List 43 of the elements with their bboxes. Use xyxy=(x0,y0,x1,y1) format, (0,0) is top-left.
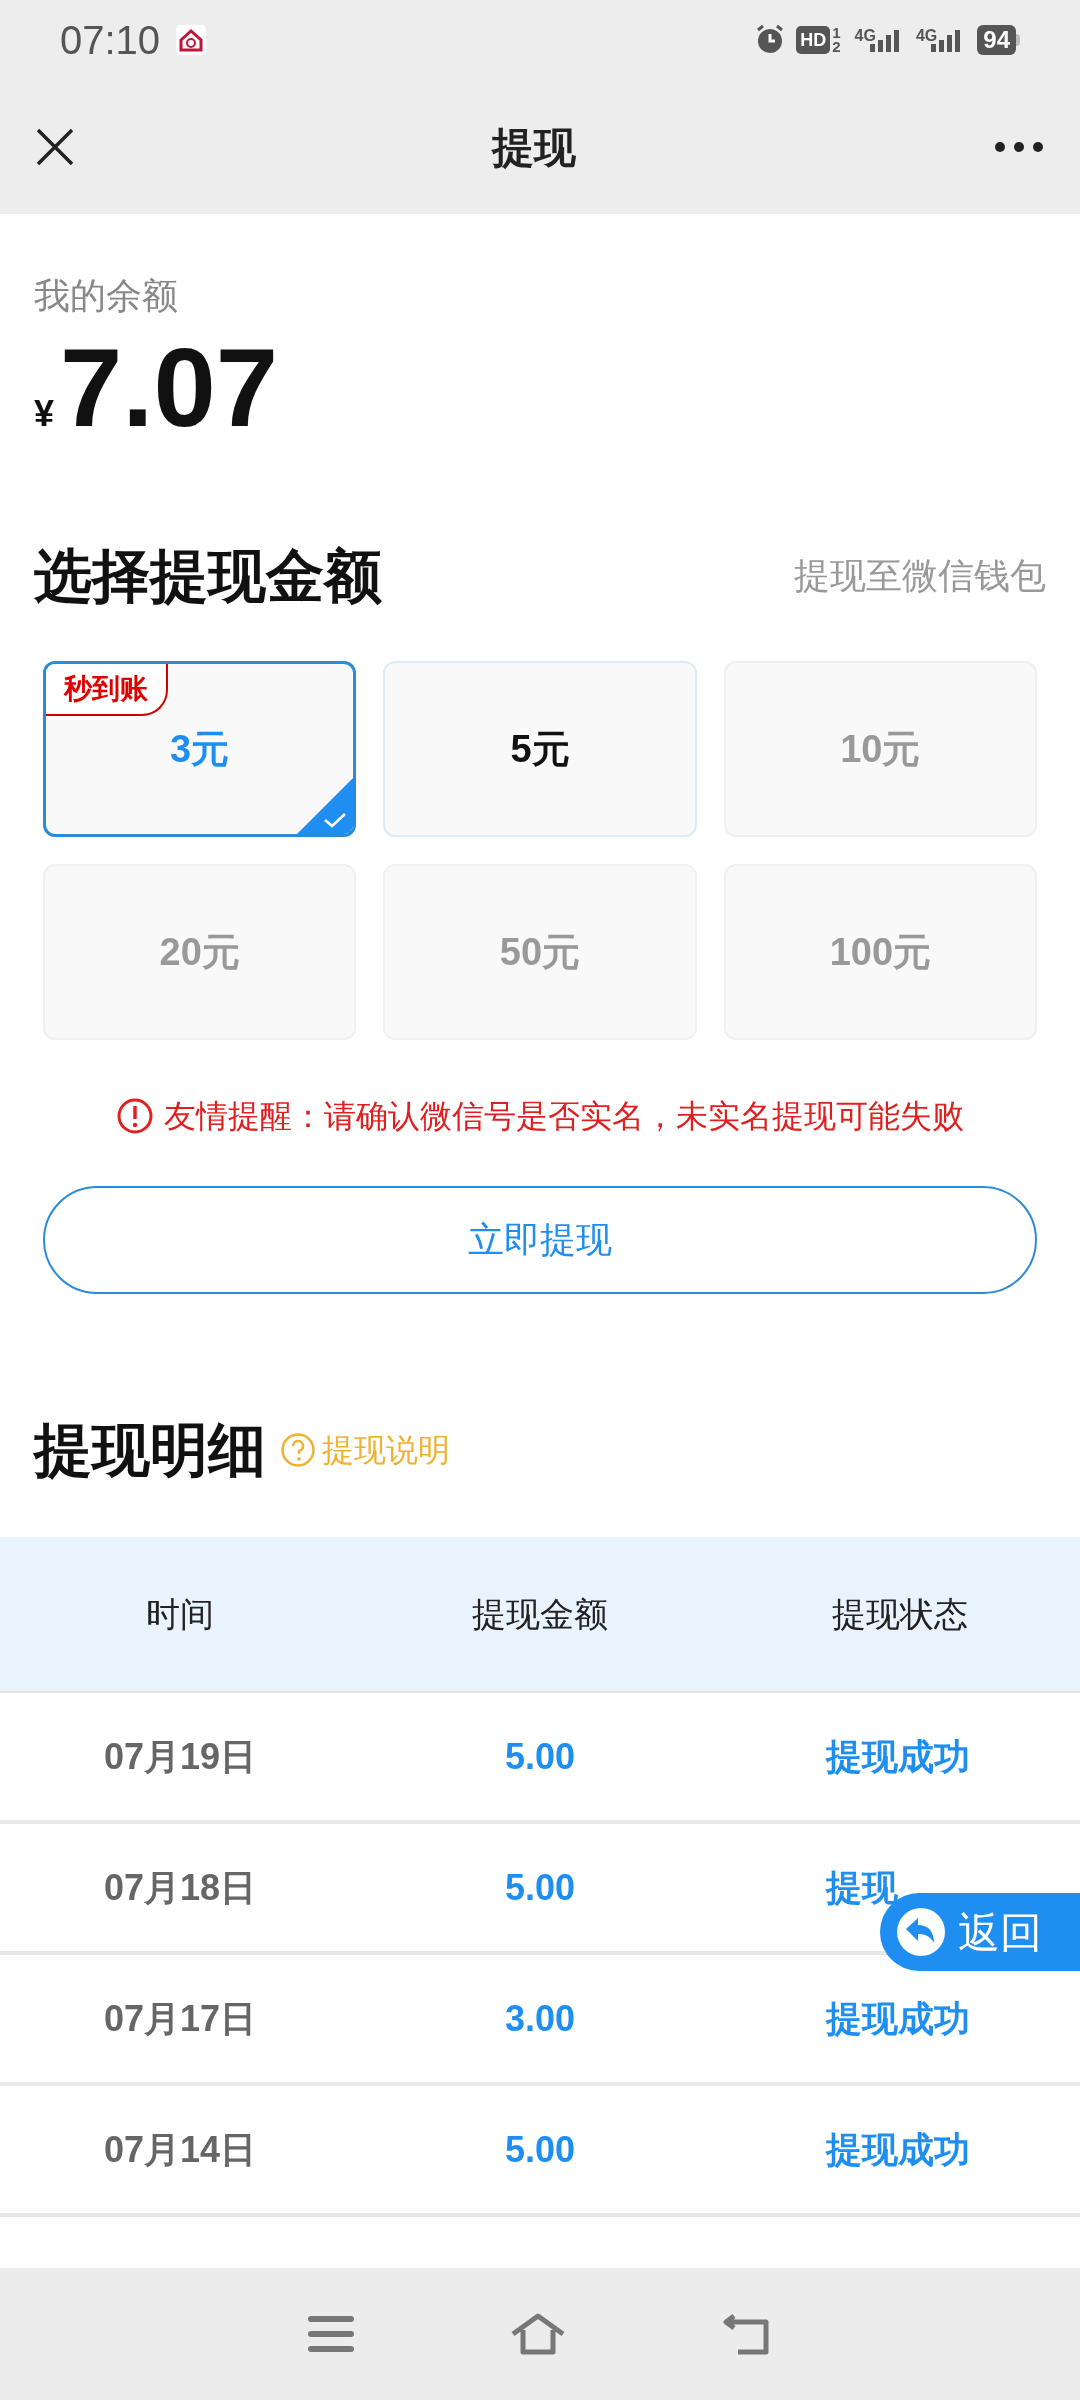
more-icon xyxy=(994,141,1044,153)
sim-slot-number: 2 xyxy=(832,40,841,54)
close-button[interactable] xyxy=(34,126,76,168)
amount-cell: 5.00 xyxy=(504,1735,576,1777)
warning-text: 友情提醒：请确认微信号是否实名，未实名提现可能失败 xyxy=(164,1097,964,1136)
withdraw-button[interactable]: 立即提现 xyxy=(43,1186,1037,1294)
battery-level: 94 xyxy=(977,25,1016,55)
column-header: 时间 xyxy=(145,1593,215,1635)
close-icon xyxy=(36,128,74,166)
status-cell: 提现成功 xyxy=(826,2128,970,2170)
app-notification-icon xyxy=(176,25,207,55)
section-title: 选择提现金额 xyxy=(34,542,382,610)
hd-badge: HD xyxy=(796,26,831,54)
help-icon xyxy=(280,1431,316,1468)
warning-icon xyxy=(116,1097,154,1135)
help-link[interactable]: 提现说明 xyxy=(280,1425,450,1474)
column-header: 提现状态 xyxy=(831,1593,969,1635)
network-type: 4G xyxy=(915,28,938,44)
amount-option[interactable]: 3元 秒到账 xyxy=(43,661,357,837)
page-title: 提现 xyxy=(492,122,576,173)
balance-label: 我的余额 xyxy=(34,274,179,318)
balance-amount: 7.07 xyxy=(60,328,278,448)
amount-option[interactable]: 5元 xyxy=(383,661,697,837)
home-icon[interactable] xyxy=(509,2312,567,2356)
destination-label: 提现至微信钱包 xyxy=(794,553,1046,598)
date-cell: 07月18日 xyxy=(103,1866,257,1908)
menu-icon[interactable] xyxy=(307,2315,354,2353)
date-cell: 07月17日 xyxy=(103,1997,257,2039)
sim-slot-number: 1 xyxy=(832,26,841,40)
section-title: 提现明细 xyxy=(34,1416,266,1484)
instant-badge: 秒到账 xyxy=(46,664,168,716)
amount-cell: 5.00 xyxy=(504,2128,576,2170)
amount-cell: 3.00 xyxy=(504,1997,576,2039)
date-cell: 07月14日 xyxy=(103,2128,257,2170)
status-cell: 提现成功 xyxy=(826,1997,970,2039)
selected-check-icon xyxy=(297,778,354,834)
currency-symbol: ¥ xyxy=(34,392,55,436)
status-cell: 提现成功 xyxy=(826,1735,970,1777)
status-time: 07:10 xyxy=(60,17,161,64)
column-header: 提现金额 xyxy=(471,1593,609,1635)
date-cell: 07月19日 xyxy=(103,1735,257,1777)
network-type: 4G xyxy=(854,28,876,44)
amount-cell: 5.00 xyxy=(504,1866,576,1908)
